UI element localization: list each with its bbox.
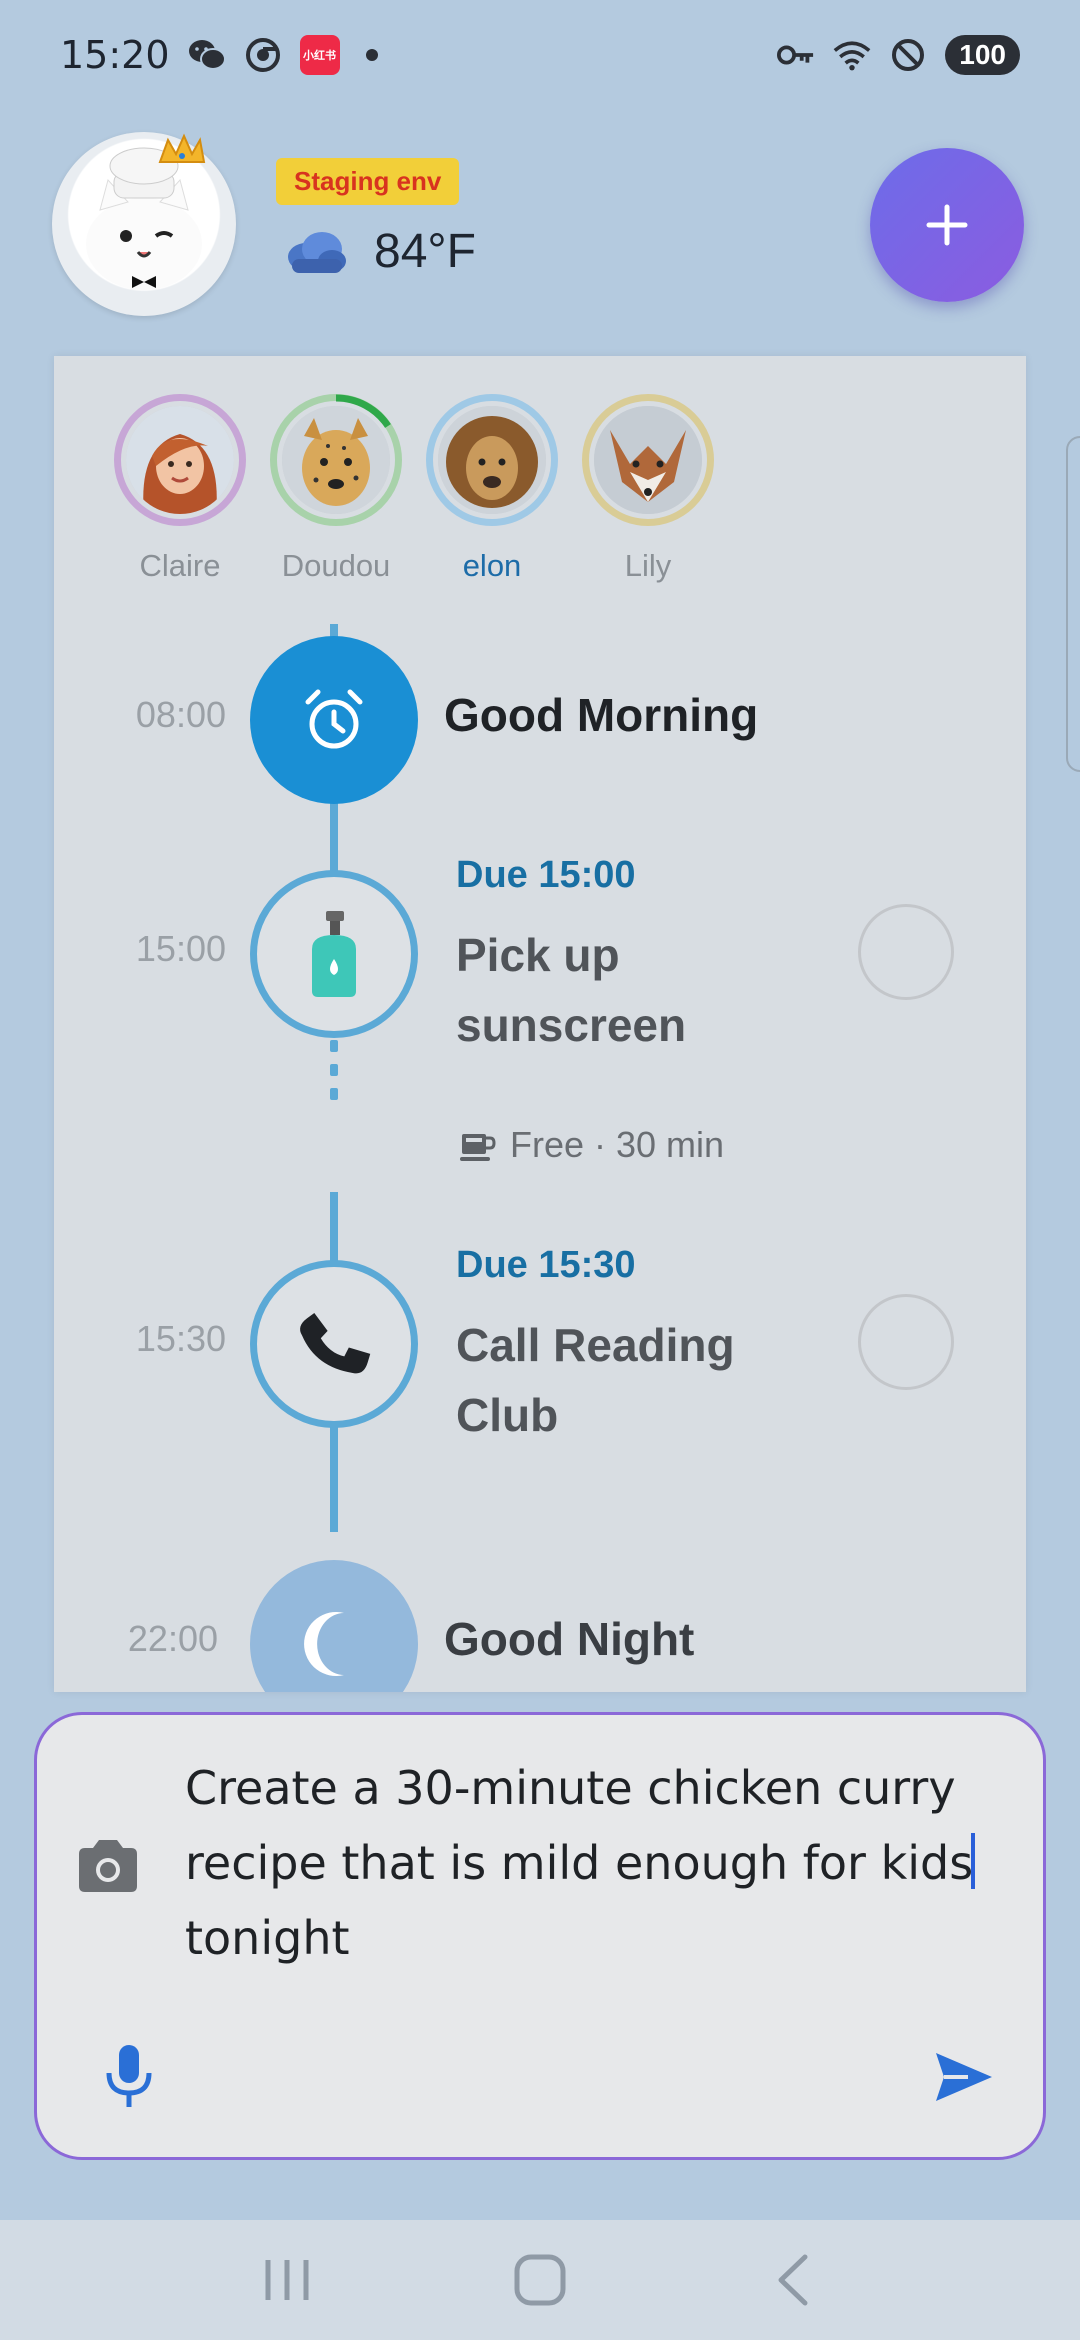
moon-icon: [304, 1612, 344, 1676]
camera-icon: [79, 1840, 137, 1892]
lotion-bottle-icon: [312, 911, 356, 997]
task-node: [250, 1260, 418, 1428]
chrome-icon: [244, 36, 282, 74]
time-label-night: 22:00: [127, 1618, 218, 1659]
xiaohongshu-icon: 小红书: [299, 35, 340, 75]
wifi-icon: [833, 36, 871, 74]
night-title: Good Night: [444, 1613, 695, 1665]
person-ring: [426, 394, 558, 526]
timeline-dotted-connector: [330, 1040, 338, 1112]
more-notifications-dot: [365, 49, 378, 61]
add-button[interactable]: [870, 148, 1024, 302]
person-ring: [114, 394, 246, 526]
xhs-label: 小红书: [303, 50, 337, 62]
microphone-icon: [106, 2045, 152, 2107]
composer-text-before-caret: Create a 30-minute chicken curry recipe …: [185, 1761, 974, 1890]
system-nav-bar: [0, 2220, 1080, 2340]
free-slot-label: Free · 30 min: [510, 1124, 725, 1165]
status-time: 15:20: [60, 33, 170, 77]
composer-text-after-caret: tonight: [185, 1911, 350, 1965]
task-node: [250, 870, 418, 1038]
phone-icon: [300, 1312, 371, 1374]
cloud-icon: [288, 231, 346, 273]
task-complete-checkbox[interactable]: [858, 1294, 954, 1390]
back-button[interactable]: [748, 2235, 838, 2325]
key-icon: [777, 36, 815, 74]
person-name: Lily: [624, 548, 672, 583]
schedule-card[interactable]: Claire Doudou elon Lily 08:00 Good Morni…: [54, 356, 1026, 1692]
elon-avatar: [438, 406, 546, 514]
env-badge: Staging env: [276, 158, 460, 205]
microphone-button[interactable]: [99, 2041, 159, 2111]
wechat-icon: [188, 36, 226, 74]
person-elon[interactable]: elon: [426, 394, 558, 584]
morning-node: [250, 636, 418, 804]
home-icon: [514, 2254, 566, 2306]
person-ring: [582, 394, 714, 526]
task-time-label: 15:00: [135, 928, 226, 969]
status-right: 100: [777, 35, 1020, 75]
do-not-disturb-icon: [889, 36, 927, 74]
back-icon: [778, 2254, 808, 2306]
alarm-clock-icon: [305, 689, 363, 749]
progress-arc: [335, 394, 391, 429]
person-name: Claire: [139, 548, 221, 583]
weather-widget[interactable]: 84°F: [282, 224, 476, 279]
battery-indicator: 100: [945, 35, 1020, 75]
plus-icon: [926, 204, 968, 246]
message-composer[interactable]: Create a 30-minute chicken curry recipe …: [34, 1712, 1046, 2160]
send-icon: [936, 2053, 992, 2101]
scrollbar[interactable]: [1066, 436, 1080, 772]
claire-avatar: [126, 406, 234, 514]
task-complete-checkbox[interactable]: [858, 904, 954, 1000]
task-title[interactable]: Call Reading Club: [456, 1310, 816, 1450]
person-name: elon: [462, 548, 522, 583]
task-due: Due 15:00: [456, 854, 636, 896]
person-ring: [270, 394, 402, 526]
person-name: Doudou: [281, 548, 391, 583]
recents-button[interactable]: [242, 2235, 332, 2325]
lily-avatar: [594, 406, 702, 514]
person-doudou[interactable]: Doudou: [270, 394, 402, 584]
task-due: Due 15:30: [456, 1244, 636, 1286]
task-title[interactable]: Pick up sunscreen: [456, 920, 816, 1060]
night-node: [250, 1560, 418, 1692]
person-claire[interactable]: Claire: [114, 394, 246, 584]
task-time-label: 15:30: [135, 1318, 226, 1359]
send-button[interactable]: [931, 2047, 997, 2107]
cat-chef-avatar-icon: [86, 133, 206, 290]
coffee-cup-icon: [460, 1134, 496, 1161]
camera-button[interactable]: [73, 1831, 143, 1901]
header: Staging env 84°F: [0, 110, 1080, 356]
temperature: 84°F: [374, 225, 476, 278]
profile-avatar[interactable]: [52, 132, 236, 316]
morning-title: Good Morning: [444, 689, 759, 741]
status-bar: 15:20 小红书 100: [0, 0, 1080, 110]
recents-icon: [265, 2260, 309, 2300]
status-left: 15:20 小红书: [60, 33, 378, 77]
person-lily[interactable]: Lily: [582, 394, 714, 584]
composer-input[interactable]: Create a 30-minute chicken curry recipe …: [185, 1751, 1005, 1976]
home-button[interactable]: [495, 2235, 585, 2325]
time-label-morning: 08:00: [135, 694, 226, 735]
family-members-row: Claire Doudou elon Lily: [114, 394, 714, 584]
text-caret: [971, 1833, 976, 1889]
free-slot: Free · 30 min: [458, 1124, 724, 1166]
